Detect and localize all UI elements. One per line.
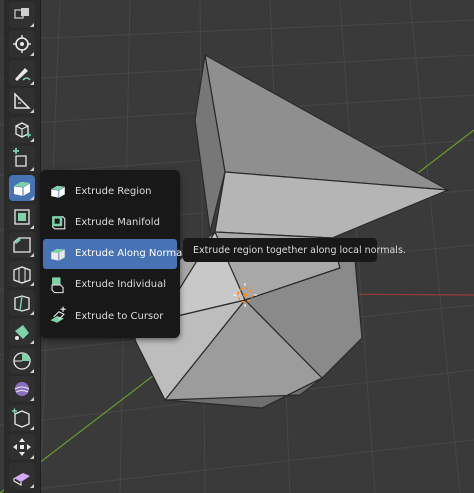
- extrude-along-normals-icon: [43, 243, 75, 265]
- tool-shear-button[interactable]: [9, 462, 35, 489]
- tooltip-text: Extrude region together along local norm…: [193, 244, 406, 256]
- extrude-manifold-icon: [43, 211, 75, 233]
- flyout-item-label: Extrude Region: [75, 185, 152, 197]
- tool-variants-indicator: [30, 80, 34, 85]
- tool-variants-indicator: [30, 455, 34, 459]
- tool-extrude-region-button[interactable]: [9, 174, 35, 201]
- extrude-region-icon: [43, 180, 75, 202]
- flyout-item-extrude-along-normals[interactable]: Extrude Along Normals: [43, 238, 190, 269]
- tool-spin-button[interactable]: [9, 347, 35, 374]
- tool-variants-indicator: [30, 426, 34, 431]
- extrude-tool-flyout-menu: Extrude Region Extrude Manifold Extrude Al…: [40, 170, 190, 338]
- tool-variants-indicator: [30, 23, 34, 27]
- tool-variants-indicator: [30, 167, 34, 171]
- flyout-item-label: Extrude to Cursor: [75, 310, 164, 322]
- extrude-to-cursor-icon: [43, 305, 75, 327]
- tool-variants-indicator: [30, 51, 34, 56]
- flyout-item-extrude-manifold[interactable]: Extrude Manifold: [43, 207, 177, 237]
- tool-cursor-button[interactable]: [9, 30, 35, 57]
- tool-variants-indicator: [30, 368, 34, 373]
- tool-add-cube-button[interactable]: [9, 117, 35, 144]
- tool-variants-indicator: [30, 311, 34, 315]
- tool-variants-indicator: [30, 483, 34, 488]
- flyout-item-extrude-to-cursor[interactable]: Extrude to Cursor: [43, 301, 177, 331]
- tool-loop-cut-button[interactable]: [9, 261, 35, 288]
- tool-smooth-button[interactable]: [9, 376, 35, 403]
- flyout-item-label: Extrude Along Normals: [75, 248, 191, 260]
- tool-variants-indicator: [30, 109, 34, 114]
- tool-variants-indicator: [30, 282, 34, 287]
- tool-move-button[interactable]: [9, 434, 35, 460]
- tool-annotate-button[interactable]: [9, 59, 35, 86]
- tool-add-cube-plus-button[interactable]: [9, 146, 35, 172]
- tool-variants-indicator: [30, 339, 34, 344]
- tool-variants-indicator: [30, 224, 34, 229]
- extrude-individual-icon: [43, 274, 75, 296]
- tooltip: Extrude region together along local norm…: [183, 238, 406, 262]
- flyout-item-label: Extrude Individual: [75, 279, 166, 291]
- tool-bevel-button[interactable]: [9, 232, 35, 259]
- tool-select-box-button[interactable]: [9, 2, 35, 28]
- tool-edge-slide-button[interactable]: [9, 405, 35, 432]
- tool-measure-button[interactable]: [9, 88, 35, 115]
- tool-variants-indicator: [30, 253, 34, 258]
- flyout-item-extrude-region[interactable]: Extrude Region: [43, 176, 177, 206]
- flyout-item-extrude-individual[interactable]: Extrude Individual: [43, 270, 177, 300]
- tool-inset-faces-button[interactable]: [9, 203, 35, 230]
- flyout-item-label: Extrude Manifold: [75, 216, 160, 228]
- tool-variants-indicator: [30, 195, 34, 200]
- tool-variants-indicator: [30, 397, 34, 402]
- tool-knife-button[interactable]: [9, 290, 35, 316]
- tool-poly-build-button[interactable]: [9, 318, 35, 345]
- tool-shelf: [4, 0, 41, 493]
- tool-variants-indicator: [30, 138, 34, 143]
